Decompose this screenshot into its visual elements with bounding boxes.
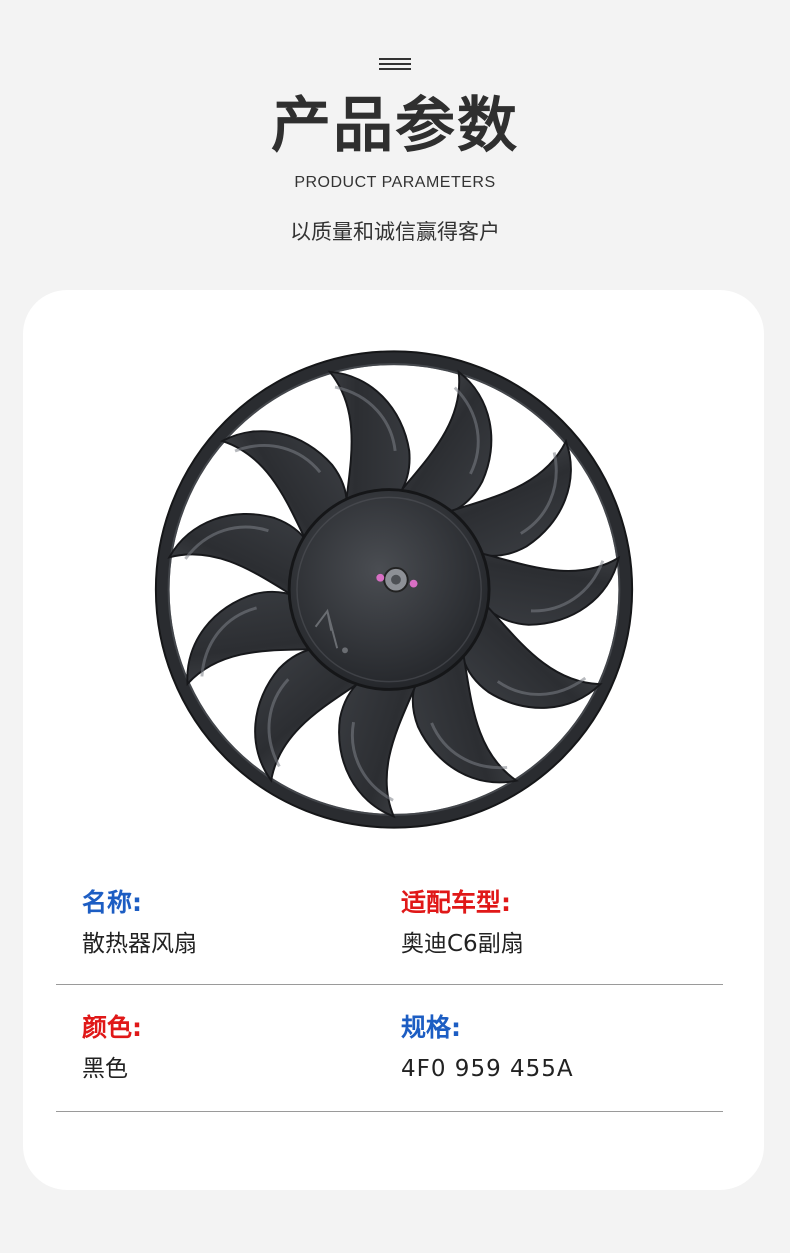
product-card: 名称: 散热器风扇 适配车型: 奥迪C6副扇 颜色: 黑色 规格: 4F0 95… <box>23 290 764 1190</box>
spec-color-label: 颜色: <box>82 1013 142 1042</box>
spec-name: 名称: 散热器风扇 <box>82 888 197 958</box>
spec-divider <box>56 984 723 985</box>
spec-part-number: 规格: 4F0 959 455A <box>401 1013 574 1083</box>
spec-divider <box>56 1111 723 1112</box>
spec-part-number-label: 规格: <box>401 1013 461 1042</box>
radiator-fan-image <box>154 350 634 829</box>
page-tagline: 以质量和诚信赢得客户 <box>290 220 500 244</box>
spec-name-value: 散热器风扇 <box>82 931 197 957</box>
spec-part-number-value: 4F0 959 455A <box>401 1056 574 1082</box>
spec-compatible-model: 适配车型: 奥迪C6副扇 <box>401 888 524 958</box>
spec-name-label: 名称: <box>82 888 142 917</box>
spec-color-value: 黑色 <box>82 1056 128 1082</box>
spec-compatible-model-label: 适配车型: <box>401 888 511 917</box>
menu-lines-icon <box>379 58 411 70</box>
spec-color: 颜色: 黑色 <box>82 1013 142 1083</box>
page-subtitle: PRODUCT PARAMETERS <box>294 174 496 191</box>
spec-compatible-model-value: 奥迪C6副扇 <box>401 931 524 957</box>
page-title: 产品参数 <box>271 91 519 161</box>
